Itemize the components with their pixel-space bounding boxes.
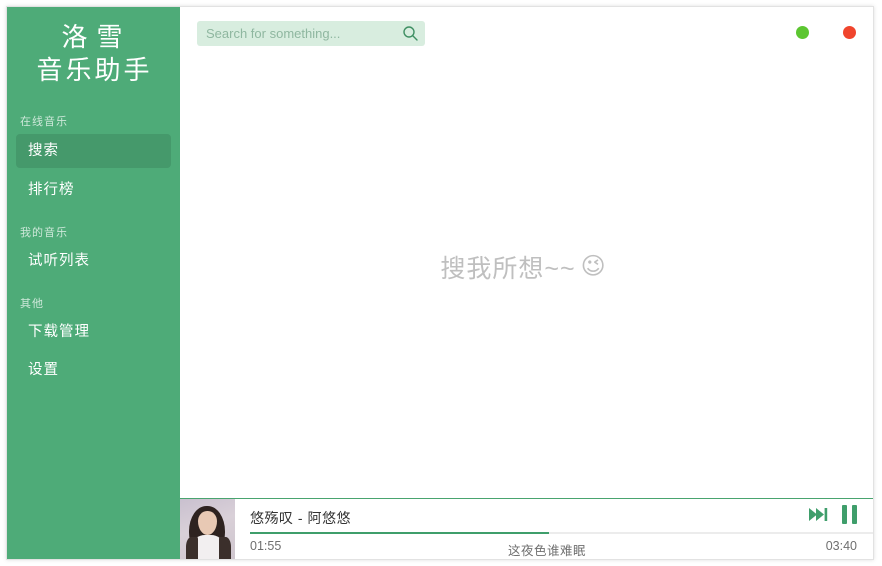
window-controls [796, 26, 856, 39]
lyric-line: 这夜色谁难眠 [507, 544, 586, 558]
sidebar-section-my-music: 我的音乐 试听列表 [7, 224, 180, 277]
logo-line-2: 音乐助手 [36, 54, 153, 85]
search-box[interactable] [197, 21, 425, 46]
next-track-icon[interactable] [808, 506, 828, 523]
player-controls [808, 505, 857, 524]
sidebar-section-other: 其他 下载管理 设置 [7, 295, 180, 386]
album-art-arm-left [186, 537, 198, 559]
close-dot-icon[interactable] [843, 26, 856, 39]
content-area: 搜我所想~~ 😉 [180, 63, 873, 498]
empty-state-hint: 搜我所想~~ 😉 [440, 249, 606, 285]
wink-smiley-icon: 😉 [580, 252, 607, 280]
song-title: 悠殇叹 - 阿悠悠 [250, 510, 351, 526]
sidebar-section-header-other: 其他 [20, 297, 44, 310]
search-icon[interactable] [402, 25, 419, 42]
top-bar [180, 7, 873, 63]
sidebar-item-download-manager[interactable]: 下载管理 [16, 316, 171, 348]
progress-bar[interactable] [250, 532, 873, 534]
app-logo: 洛雪 音乐助手 [7, 7, 180, 87]
sidebar-item-settings[interactable]: 设置 [16, 354, 171, 386]
sidebar-item-ranking[interactable]: 排行榜 [16, 174, 171, 206]
main-area: 搜我所想~~ 😉 悠殇叹 - 阿悠悠 01:55 这夜色谁难眠 03:4 [180, 7, 873, 559]
sidebar-section-online-music: 在线音乐 搜索 排行榜 [7, 113, 180, 206]
sidebar-item-playlist[interactable]: 试听列表 [16, 245, 171, 277]
progress-bar-fill [250, 532, 550, 534]
sidebar-item-search[interactable]: 搜索 [16, 133, 171, 168]
logo-line-1: 洛雪 [61, 22, 132, 52]
sidebar: 洛雪 音乐助手 在线音乐 搜索 排行榜 我的音乐 试听列表 其他 下载管理 设置 [7, 7, 180, 559]
minimize-dot-icon[interactable] [796, 26, 809, 39]
empty-state-text: 搜我所想~~ [440, 254, 576, 283]
app-window: 洛雪 音乐助手 在线音乐 搜索 排行榜 我的音乐 试听列表 其他 下载管理 设置 [6, 6, 874, 560]
sidebar-section-header-online-music: 在线音乐 [20, 115, 68, 128]
sidebar-section-header-my-music: 我的音乐 [20, 226, 68, 239]
pause-bar-right [852, 505, 857, 524]
pause-icon[interactable] [842, 505, 857, 524]
time-total: 03:40 [825, 539, 857, 553]
search-input[interactable] [206, 26, 402, 41]
player-bar: 悠殇叹 - 阿悠悠 01:55 这夜色谁难眠 03:40 [180, 498, 873, 559]
player-body: 悠殇叹 - 阿悠悠 01:55 这夜色谁难眠 03:40 [235, 499, 873, 559]
pause-bar-left [842, 505, 847, 524]
